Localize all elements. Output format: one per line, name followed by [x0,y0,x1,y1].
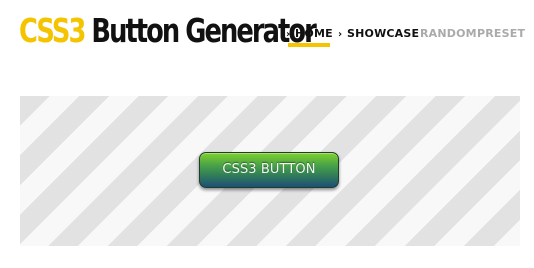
nav-item-preset[interactable]: PRESET [477,24,525,48]
css3-preview-button[interactable]: CSS3 BUTTON [199,152,339,188]
nav-item-random[interactable]: RANDOM [420,24,477,48]
chevron-right-icon: › [286,29,291,40]
nav-item-label: SHOWCASE [347,27,420,40]
site-header: CSS3 Button Generator › HOME › SHOWCASE RA… [0,0,534,60]
button-preview-area: CSS3 BUTTON [20,96,520,246]
logo-css3-text: CSS3 [19,11,86,50]
nav-item-label: PRESET [477,27,526,40]
nav-item-label: HOME [295,27,333,40]
nav-item-showcase[interactable]: › SHOWCASE [338,24,419,48]
chevron-right-icon: › [338,29,343,40]
nav-item-label: RANDOM [420,27,477,40]
logo-title-text: Button Generator [84,11,316,50]
site-logo[interactable]: CSS3 Button Generator [19,11,317,51]
active-nav-indicator [288,43,330,47]
nav-item-home[interactable]: › HOME [286,24,333,48]
